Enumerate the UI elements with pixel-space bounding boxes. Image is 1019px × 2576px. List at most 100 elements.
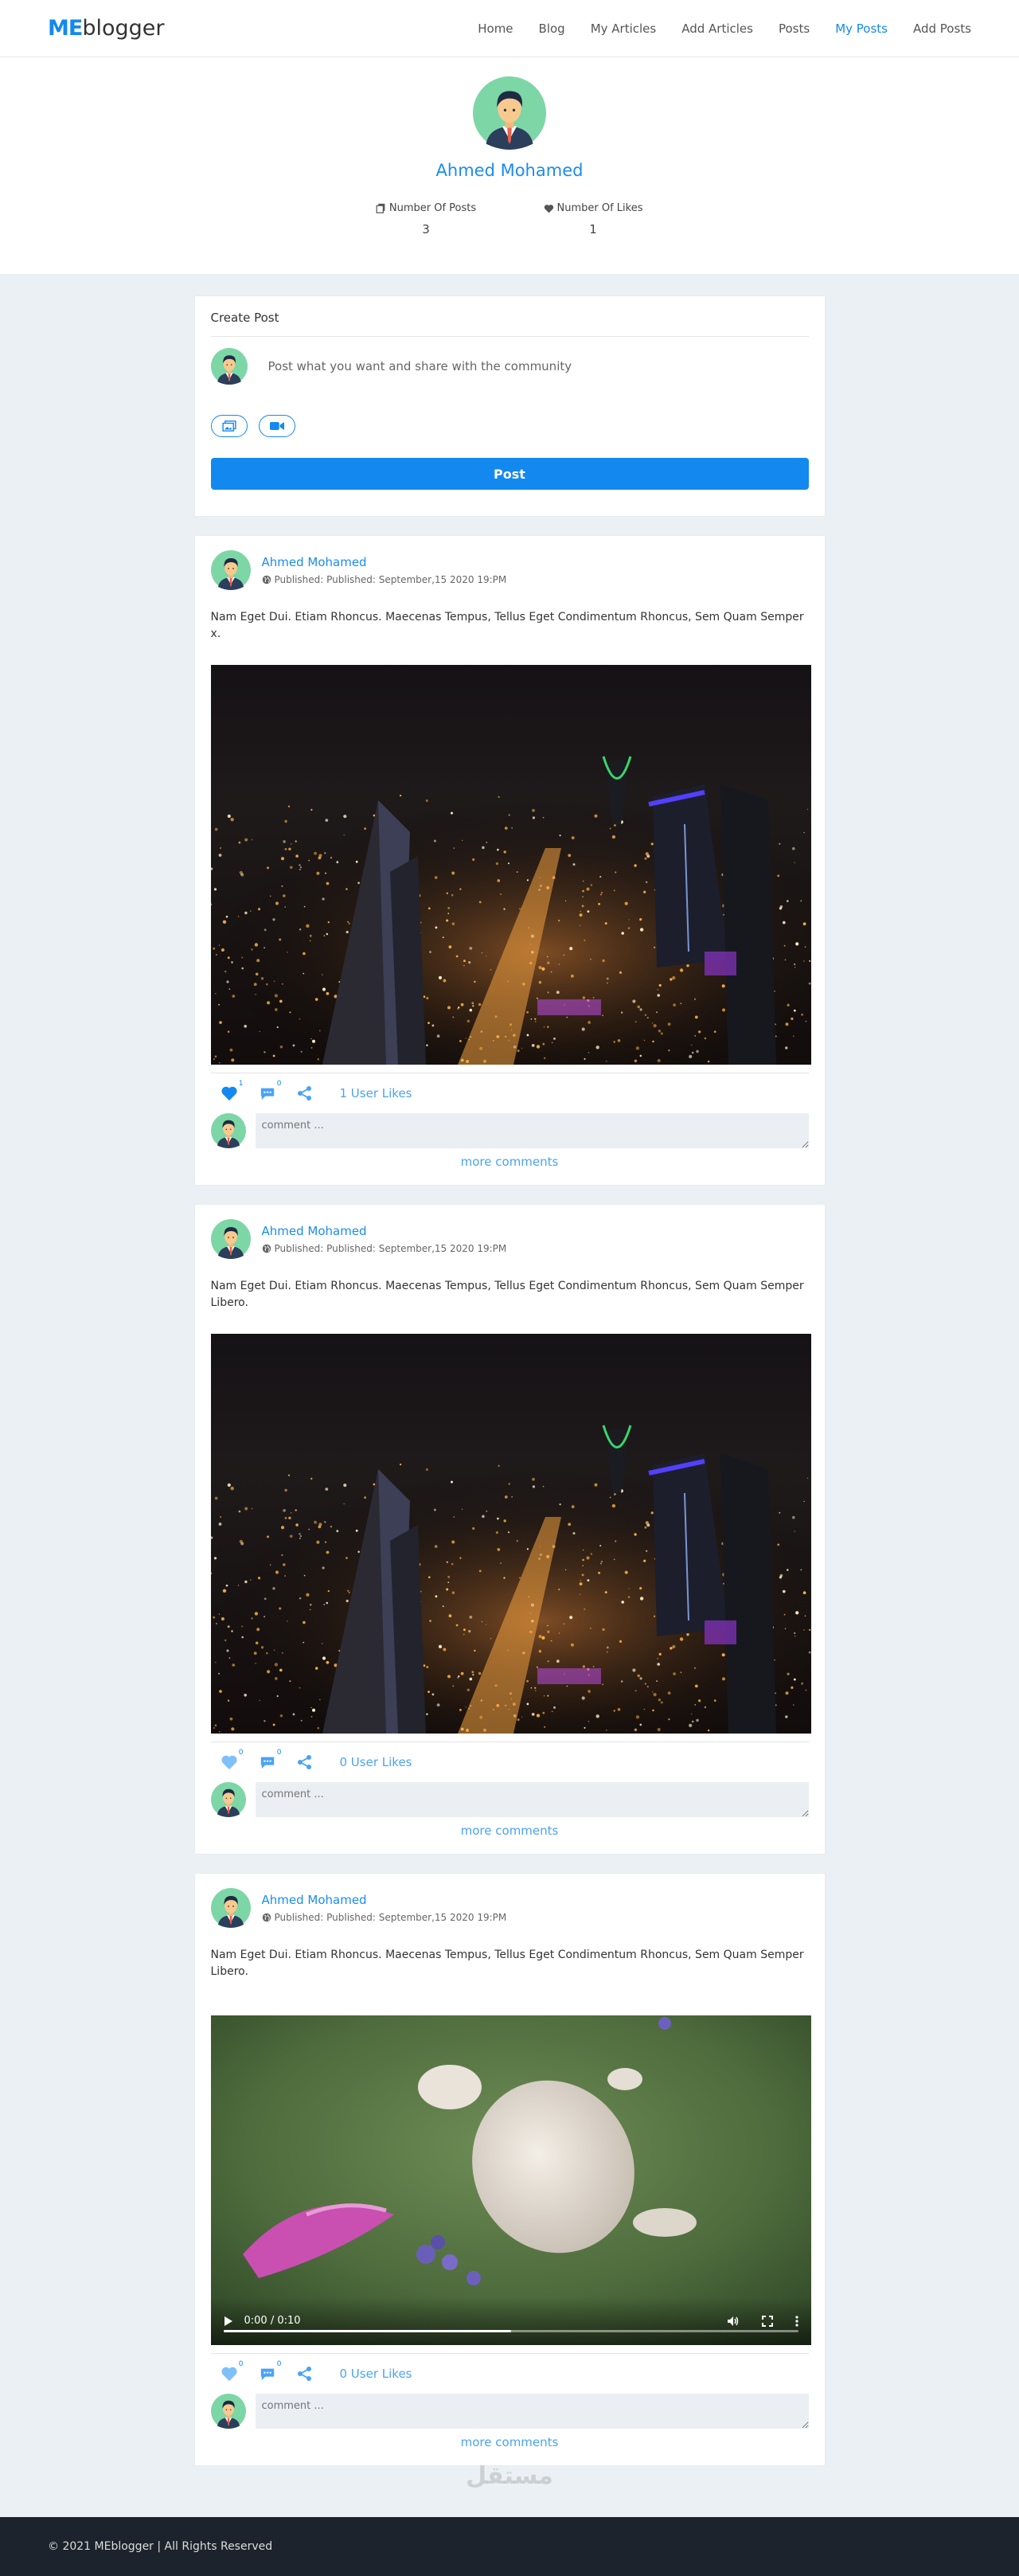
- nav-my-articles[interactable]: My Articles: [591, 21, 657, 36]
- profile-avatar: [473, 76, 546, 150]
- comment-count: 0: [276, 1080, 282, 1088]
- stat-likes-value: 1: [589, 222, 597, 236]
- profile-name: Ahmed Mohamed: [435, 161, 584, 180]
- post-text: Nam Eget Dui. Etiam Rhoncus. Maecenas Te…: [210, 1949, 804, 1978]
- nav-home[interactable]: Home: [478, 21, 513, 36]
- like-count: 1: [238, 1080, 244, 1088]
- divider: [210, 2353, 809, 2354]
- logo[interactable]: ME blogger: [48, 16, 164, 41]
- stat-likes-label: Number Of Likes: [556, 202, 643, 214]
- author-avatar[interactable]: [210, 1219, 251, 1259]
- video-frame: [210, 2015, 811, 2345]
- stat-posts-label: Number Of Posts: [388, 202, 477, 214]
- watermark: مستقل: [466, 2462, 553, 2490]
- post-text: Nam Eget Dui. Etiam Rhoncus. Maecenas Te…: [210, 1280, 804, 1309]
- video-time: 0:00 / 0:10: [244, 2315, 301, 2327]
- post-date: Published: Published: September,15 2020 …: [274, 574, 507, 585]
- author-avatar[interactable]: [210, 1888, 251, 1928]
- author-avatar[interactable]: [210, 550, 251, 590]
- copy-icon: [376, 203, 385, 213]
- share-icon: [297, 1755, 311, 1769]
- create-post-card: Create Post Post what you want and share…: [193, 295, 826, 517]
- like-button[interactable]: 0: [221, 1749, 244, 1770]
- logo-blogger: blogger: [82, 16, 165, 41]
- post-author[interactable]: Ahmed Mohamed: [262, 1893, 507, 1907]
- logo-me: ME: [48, 16, 83, 41]
- nav-add-articles[interactable]: Add Articles: [681, 21, 753, 36]
- post-date: Published: Published: September,15 2020 …: [274, 1912, 507, 1923]
- post-image[interactable]: [210, 665, 811, 1065]
- more-comments-link[interactable]: more comments: [211, 1824, 809, 1838]
- like-button[interactable]: 0: [221, 2360, 244, 2382]
- footer: © 2021 MEblogger | All Rights Reserved: [0, 2517, 1019, 2576]
- likes-text[interactable]: 0 User Likes: [340, 1755, 412, 1769]
- avatar: [210, 2394, 246, 2429]
- fullscreen-icon[interactable]: [761, 2315, 773, 2327]
- post-image[interactable]: [210, 1334, 811, 1734]
- more-vertical-icon[interactable]: [795, 2315, 798, 2327]
- like-count: 0: [238, 2360, 244, 2368]
- comment-button[interactable]: 0: [259, 1749, 282, 1770]
- volume-icon[interactable]: [727, 2316, 740, 2327]
- heart-icon: [544, 204, 553, 213]
- nav-blog[interactable]: Blog: [539, 21, 565, 36]
- more-comments-link[interactable]: more comments: [211, 2435, 809, 2449]
- nav-posts[interactable]: Posts: [779, 21, 810, 36]
- likes-text[interactable]: 0 User Likes: [340, 2367, 412, 2381]
- share-button[interactable]: [297, 2366, 314, 2382]
- feed: Create Post Post what you want and share…: [193, 295, 826, 2466]
- video-progress-bar[interactable]: [223, 2330, 798, 2332]
- likes-text[interactable]: 1 User Likes: [340, 1086, 412, 1100]
- video-controls: 0:00 / 0:10: [210, 2297, 811, 2345]
- more-comments-link[interactable]: more comments: [211, 1155, 809, 1169]
- heart-icon: [221, 2367, 237, 2382]
- post-date: Published: Published: September,15 2020 …: [274, 1243, 507, 1254]
- comment-icon: [260, 1088, 274, 1100]
- share-button[interactable]: [297, 1754, 314, 1770]
- video-progress-fill: [223, 2330, 511, 2332]
- video-camera-icon: [269, 422, 284, 430]
- post-card: Ahmed Mohamed Published: Published: Sept…: [193, 1873, 826, 2466]
- post-button[interactable]: Post: [210, 458, 809, 490]
- post-author[interactable]: Ahmed Mohamed: [262, 1224, 507, 1238]
- comment-button[interactable]: 0: [259, 2360, 282, 2382]
- globe-icon: [262, 1913, 271, 1922]
- post-author[interactable]: Ahmed Mohamed: [262, 555, 507, 569]
- play-icon[interactable]: [224, 2316, 233, 2327]
- heart-icon: [221, 1086, 237, 1101]
- comment-input[interactable]: [255, 2394, 809, 2429]
- create-post-input[interactable]: Post what you want and share with the co…: [268, 359, 572, 373]
- avatar: [210, 1782, 246, 1817]
- comment-count: 0: [276, 2360, 282, 2368]
- globe-icon: [262, 1244, 271, 1253]
- like-count: 0: [238, 1749, 244, 1757]
- comment-input[interactable]: [255, 1113, 809, 1148]
- comment-count: 0: [276, 1749, 282, 1757]
- avatar: [210, 1113, 246, 1148]
- post-video[interactable]: 0:00 / 0:10: [210, 2015, 811, 2345]
- share-icon: [297, 2367, 311, 2381]
- nav-links: Home Blog My Articles Add Articles Posts…: [478, 21, 971, 36]
- comment-input[interactable]: [255, 1782, 809, 1817]
- navbar: ME blogger Home Blog My Articles Add Art…: [0, 0, 1019, 57]
- comment-button[interactable]: 0: [259, 1080, 282, 1101]
- comment-icon: [260, 1757, 274, 1769]
- add-image-button[interactable]: [210, 415, 248, 437]
- footer-copyright: © 2021 MEblogger | All Rights Reserved: [48, 2540, 273, 2553]
- nav-my-posts[interactable]: My Posts: [835, 21, 888, 36]
- profile-header: Ahmed Mohamed Number Of Posts 3 Number O…: [0, 57, 1019, 274]
- nav-add-posts[interactable]: Add Posts: [913, 21, 971, 36]
- globe-icon: [262, 575, 271, 584]
- post-actions: 0 0 0 User Likes: [211, 1749, 809, 1771]
- avatar: [210, 348, 248, 385]
- comment-icon: [260, 2368, 274, 2381]
- like-button[interactable]: 1: [221, 1080, 244, 1101]
- share-button[interactable]: [297, 1085, 314, 1101]
- image-icon: [221, 420, 236, 432]
- profile-stats: Number Of Posts 3 Number Of Likes 1: [374, 202, 645, 236]
- stat-posts-value: 3: [422, 222, 430, 236]
- post-card: Ahmed Mohamed Published: Published: Sept…: [193, 1204, 826, 1855]
- add-video-button[interactable]: [258, 415, 295, 437]
- stat-likes: Number Of Likes 1: [541, 202, 645, 236]
- share-icon: [297, 1086, 311, 1100]
